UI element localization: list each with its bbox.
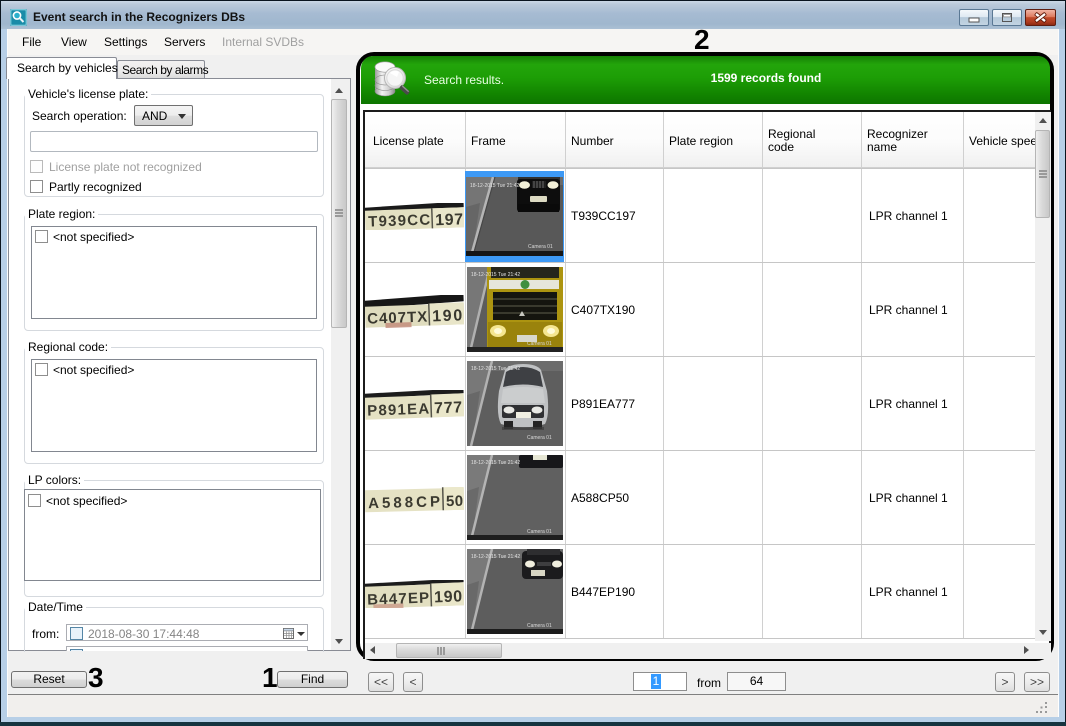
svg-text:18-12-2015 Tue 21:42: 18-12-2015 Tue 21:42 bbox=[471, 554, 520, 560]
svg-text:777: 777 bbox=[434, 399, 463, 417]
svg-text:18-12-2015 Tue 21:42: 18-12-2015 Tue 21:42 bbox=[470, 183, 519, 189]
svg-text:C407TX: C407TX bbox=[367, 309, 428, 328]
svg-text:Camera 01: Camera 01 bbox=[527, 435, 552, 441]
svg-text:Camera 01: Camera 01 bbox=[527, 529, 552, 535]
svg-text:Camera 01: Camera 01 bbox=[527, 623, 552, 629]
svg-text:18-12-2015 Tue 21:42: 18-12-2015 Tue 21:42 bbox=[471, 272, 520, 278]
svg-text:197: 197 bbox=[435, 211, 464, 229]
svg-text:190: 190 bbox=[434, 588, 463, 606]
svg-text:B447EP: B447EP bbox=[367, 590, 430, 608]
svg-text:190: 190 bbox=[432, 307, 463, 325]
svg-text:18-12-2015 Tue 21:42: 18-12-2015 Tue 21:42 bbox=[471, 460, 520, 466]
svg-text:A588CP: A588CP bbox=[368, 493, 440, 512]
svg-text:18-12-2015 Tue 21:42: 18-12-2015 Tue 21:42 bbox=[471, 366, 520, 372]
svg-text:P891EA: P891EA bbox=[367, 401, 430, 420]
svg-text:Camera 01: Camera 01 bbox=[528, 244, 553, 250]
svg-text:Camera 01: Camera 01 bbox=[527, 341, 552, 347]
svg-text:50: 50 bbox=[446, 493, 463, 510]
